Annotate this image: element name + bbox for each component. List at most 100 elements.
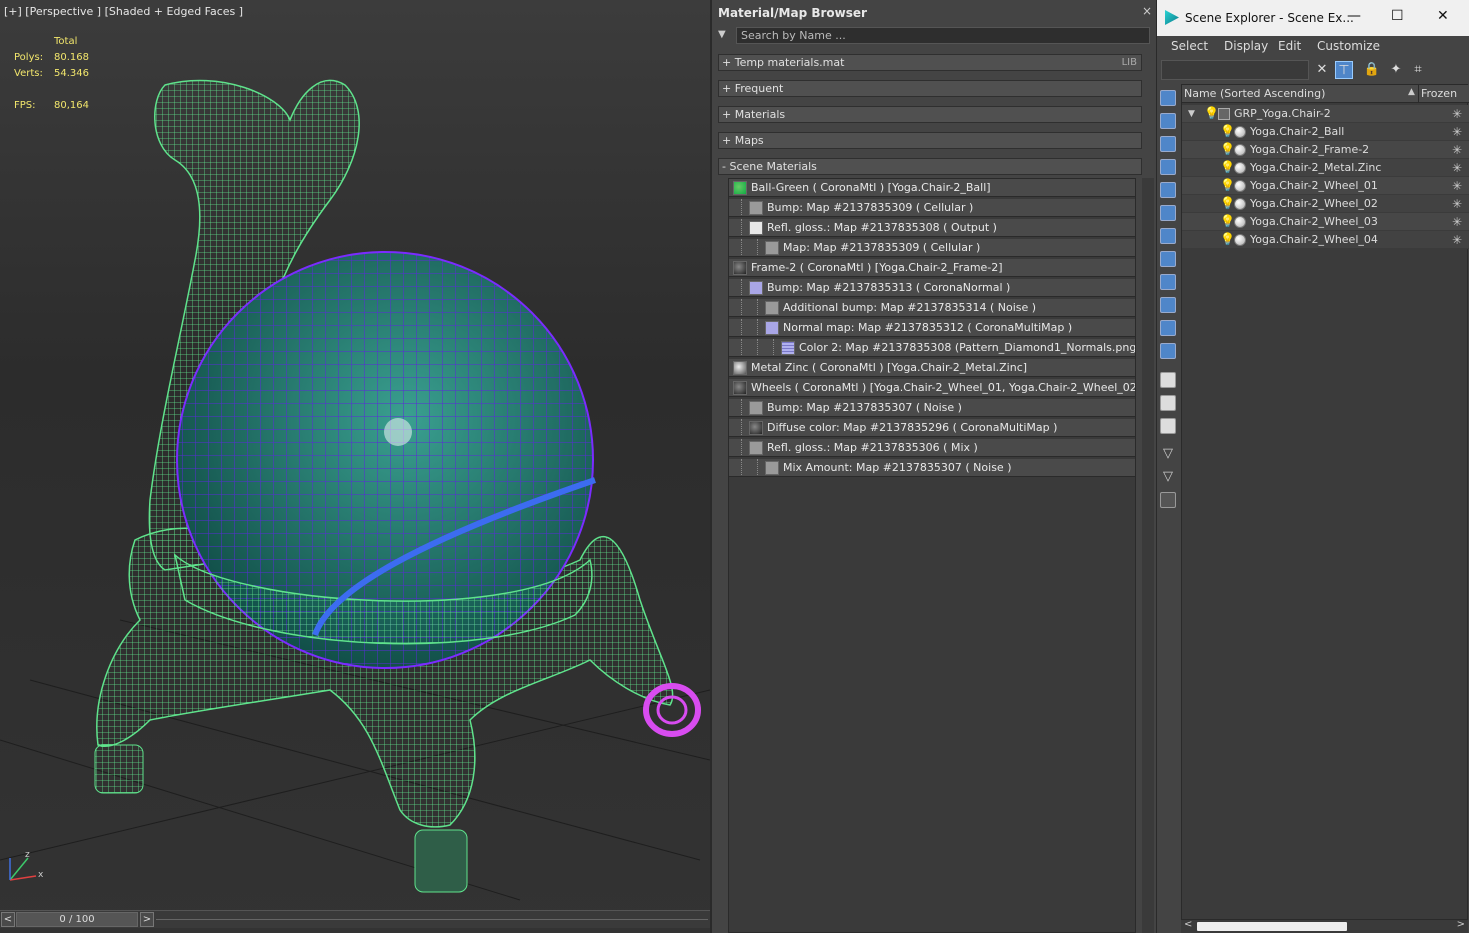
light-bulb-icon[interactable]: 💡 bbox=[1220, 197, 1235, 210]
window-titlebar[interactable]: Scene Explorer - Scene Ex... — ☐ ✕ bbox=[1157, 0, 1469, 36]
time-slider[interactable]: 0 / 100 bbox=[16, 912, 138, 927]
close-icon[interactable]: × bbox=[1142, 4, 1152, 18]
lock-icon[interactable]: 🔒 bbox=[1363, 61, 1381, 79]
light-bulb-icon[interactable]: 💡 bbox=[1220, 179, 1235, 192]
horizontal-scrollbar[interactable]: < > bbox=[1181, 919, 1468, 933]
frozen-toggle-icon[interactable]: ✳ bbox=[1452, 159, 1462, 177]
tree-row[interactable]: Mix Amount: Map #2137835307 ( Noise ) bbox=[729, 459, 1135, 477]
menu-edit[interactable]: Edit bbox=[1278, 39, 1301, 53]
object-row[interactable]: 💡 Yoga.Chair-2_Wheel_02 ✳ bbox=[1182, 195, 1469, 213]
tree-row[interactable]: Color 2: Map #2137835308 (Pattern_Diamon… bbox=[729, 339, 1135, 357]
light-bulb-icon[interactable]: 💡 bbox=[1204, 107, 1219, 120]
scroll-thumb[interactable] bbox=[1197, 922, 1347, 931]
light-bulb-icon[interactable]: 💡 bbox=[1220, 143, 1235, 156]
tree-row[interactable]: Frame-2 ( CoronaMtl ) [Yoga.Chair-2_Fram… bbox=[729, 259, 1135, 277]
groups-filter-icon[interactable] bbox=[1160, 228, 1176, 244]
maximize-button[interactable]: ☐ bbox=[1391, 8, 1404, 24]
frozen-toggle-icon[interactable]: ✳ bbox=[1452, 177, 1462, 195]
light-bulb-icon[interactable]: 💡 bbox=[1220, 161, 1235, 174]
tree-row[interactable]: Bump: Map #2137835313 ( CoronaNormal ) bbox=[729, 279, 1135, 297]
containers-filter-icon[interactable] bbox=[1160, 297, 1176, 313]
time-track[interactable] bbox=[156, 919, 708, 920]
time-prev-button[interactable]: < bbox=[1, 912, 15, 927]
tree-row[interactable]: Metal Zinc ( CoronaMtl ) [Yoga.Chair-2_M… bbox=[729, 359, 1135, 377]
search-input[interactable] bbox=[736, 27, 1150, 44]
tree-connector bbox=[741, 439, 742, 456]
frozen-toggle-icon[interactable]: ✳ bbox=[1452, 105, 1462, 123]
menu-customize[interactable]: Customize bbox=[1317, 39, 1380, 53]
frozen-toggle-icon[interactable]: ✳ bbox=[1452, 123, 1462, 141]
frozen-filter-icon[interactable] bbox=[1160, 320, 1176, 336]
chevron-down-icon[interactable]: ▼ bbox=[718, 29, 732, 43]
hidden-filter-icon[interactable] bbox=[1160, 343, 1176, 359]
frozen-toggle-icon[interactable]: ✳ bbox=[1452, 195, 1462, 213]
material-swatch-icon bbox=[749, 201, 763, 215]
minimize-button[interactable]: — bbox=[1347, 8, 1361, 24]
category-2[interactable]: + Materials bbox=[718, 106, 1142, 123]
layer-icon[interactable] bbox=[1160, 492, 1176, 508]
tree-row[interactable]: Additional bump: Map #2137835314 ( Noise… bbox=[729, 299, 1135, 317]
perspective-viewport[interactable]: z x [+] [Perspective ] [Shaded + Edged F… bbox=[0, 0, 710, 933]
light-bulb-icon[interactable]: 💡 bbox=[1220, 125, 1235, 138]
tree-row[interactable]: Refl. gloss.: Map #2137835308 ( Output ) bbox=[729, 219, 1135, 237]
tree-row[interactable]: Diffuse color: Map #2137835296 ( CoronaM… bbox=[729, 419, 1135, 437]
clear-icon[interactable]: ✕ bbox=[1313, 61, 1331, 79]
category-0[interactable]: + Temp materials.mat LIB bbox=[718, 54, 1142, 71]
lights-filter-icon[interactable] bbox=[1160, 136, 1176, 152]
scroll-right-icon[interactable]: > bbox=[1457, 919, 1465, 930]
find-input[interactable] bbox=[1161, 60, 1309, 80]
object-row[interactable]: 💡 Yoga.Chair-2_Frame-2 ✳ bbox=[1182, 141, 1469, 159]
scroll-left-icon[interactable]: < bbox=[1184, 919, 1192, 930]
vertical-scrollbar[interactable] bbox=[1142, 178, 1154, 933]
object-row[interactable]: 💡 Yoga.Chair-2_Metal.Zinc ✳ bbox=[1182, 159, 1469, 177]
filter-funnel-icon[interactable]: ▽ bbox=[1160, 446, 1176, 462]
group-row[interactable]: ▼ 💡 GRP_Yoga.Chair-2 ✳ bbox=[1182, 105, 1469, 123]
spacewarps-filter-icon[interactable] bbox=[1160, 205, 1176, 221]
display-invert-icon[interactable] bbox=[1160, 418, 1176, 434]
object-row[interactable]: 💡 Yoga.Chair-2_Wheel_01 ✳ bbox=[1182, 177, 1469, 195]
sort-ascending-icon[interactable]: ▲ bbox=[1408, 87, 1415, 97]
tree-row[interactable]: Map: Map #2137835309 ( Cellular ) bbox=[729, 239, 1135, 257]
object-list[interactable]: Name (Sorted Ascending) ▲ Frozen ▼ 💡 GRP_Y… bbox=[1181, 84, 1469, 920]
helpers-filter-icon[interactable] bbox=[1160, 182, 1176, 198]
tree-row[interactable]: Ball-Green ( CoronaMtl ) [Yoga.Chair-2_B… bbox=[729, 179, 1135, 197]
frozen-toggle-icon[interactable]: ✳ bbox=[1452, 141, 1462, 159]
scene-materials-tree[interactable]: Ball-Green ( CoronaMtl ) [Yoga.Chair-2_B… bbox=[728, 178, 1136, 933]
tree-row[interactable]: Bump: Map #2137835307 ( Noise ) bbox=[729, 399, 1135, 417]
frozen-toggle-icon[interactable]: ✳ bbox=[1452, 213, 1462, 231]
scene-render[interactable]: z x bbox=[0, 0, 710, 910]
object-row[interactable]: 💡 Yoga.Chair-2_Wheel_04 ✳ bbox=[1182, 231, 1469, 249]
bones-filter-icon[interactable] bbox=[1160, 274, 1176, 290]
frozen-toggle-icon[interactable]: ✳ bbox=[1452, 231, 1462, 249]
display-none-icon[interactable] bbox=[1160, 395, 1176, 411]
display-all-icon[interactable] bbox=[1160, 372, 1176, 388]
xrefs-filter-icon[interactable] bbox=[1160, 251, 1176, 267]
tree-row[interactable]: Bump: Map #2137835309 ( Cellular ) bbox=[729, 199, 1135, 217]
tree-row[interactable]: Wheels ( CoronaMtl ) [Yoga.Chair-2_Wheel… bbox=[729, 379, 1135, 397]
shapes-filter-icon[interactable] bbox=[1160, 113, 1176, 129]
category-4[interactable]: - Scene Materials bbox=[718, 158, 1142, 175]
menu-display[interactable]: Display bbox=[1224, 39, 1268, 53]
geometry-filter-icon[interactable] bbox=[1160, 90, 1176, 106]
cameras-filter-icon[interactable] bbox=[1160, 159, 1176, 175]
light-bulb-icon[interactable]: 💡 bbox=[1220, 215, 1235, 228]
light-bulb-icon[interactable]: 💡 bbox=[1220, 233, 1235, 246]
filter-toolbar: ▽ ▽ bbox=[1157, 84, 1179, 933]
select-dependents-icon[interactable]: ⌗ bbox=[1409, 61, 1427, 79]
object-row[interactable]: 💡 Yoga.Chair-2_Wheel_03 ✳ bbox=[1182, 213, 1469, 231]
expand-icon[interactable]: ▼ bbox=[1188, 105, 1195, 123]
tree-row[interactable]: Refl. gloss.: Map #2137835306 ( Mix ) bbox=[729, 439, 1135, 457]
close-button[interactable]: ✕ bbox=[1437, 8, 1449, 24]
filter-toggle-icon[interactable]: ⊤ bbox=[1335, 61, 1353, 79]
column-name[interactable]: Name (Sorted Ascending) bbox=[1184, 87, 1325, 100]
column-frozen[interactable]: Frozen bbox=[1418, 85, 1469, 103]
menu-select[interactable]: Select bbox=[1171, 39, 1208, 53]
category-3[interactable]: + Maps bbox=[718, 132, 1142, 149]
select-children-icon[interactable]: ✦ bbox=[1387, 61, 1405, 79]
category-1[interactable]: + Frequent bbox=[718, 80, 1142, 97]
time-next-button[interactable]: > bbox=[140, 912, 154, 927]
object-row[interactable]: 💡 Yoga.Chair-2_Ball ✳ bbox=[1182, 123, 1469, 141]
filter-options-icon[interactable]: ▽ bbox=[1160, 469, 1176, 485]
viewport-label-menu[interactable]: [+] [Perspective ] [Shaded + Edged Faces… bbox=[4, 5, 243, 18]
tree-row[interactable]: Normal map: Map #2137835312 ( CoronaMult… bbox=[729, 319, 1135, 337]
